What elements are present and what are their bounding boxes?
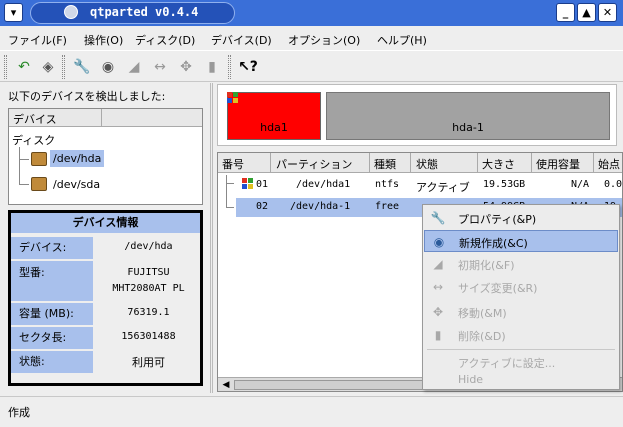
col-number[interactable]: 番号 xyxy=(222,156,244,172)
menu-bar: ファイル(F) 操作(O) ディスク(D) デバイス(D) オプション(O) ヘ… xyxy=(0,27,623,49)
table-header: 番号 パーティション 種類 状態 大きさ 使用容量 始点 xyxy=(218,153,622,173)
undo-icon[interactable]: ↶ xyxy=(14,57,34,77)
window-menu-button[interactable]: ▾ xyxy=(4,3,23,22)
trash-icon[interactable]: ▮ xyxy=(202,57,222,77)
tree-line xyxy=(19,147,20,185)
detected-devices-label: 以下のデバイスを検出しました: xyxy=(8,90,166,103)
menu-help[interactable]: ヘルプ(H) xyxy=(377,32,427,48)
partition-block-hda1[interactable]: hda1 xyxy=(227,92,321,140)
partition-block-free[interactable]: hda-1 xyxy=(326,92,610,140)
resize-arrows-icon: ↔ xyxy=(432,280,444,294)
row2-partition[interactable]: /dev/hda-1 xyxy=(290,201,350,212)
ctx-properties[interactable]: 🔧 プロパティ(&P) xyxy=(424,207,618,229)
move-arrows-icon[interactable]: ✥ xyxy=(176,57,196,77)
toolbar-separator xyxy=(228,55,231,79)
commit-icon[interactable]: ◈ xyxy=(38,57,58,77)
new-disk-icon[interactable]: ◉ xyxy=(98,57,118,77)
hard-disk-icon xyxy=(31,152,47,166)
windows-logo-icon xyxy=(227,92,239,104)
toolbar-handle[interactable] xyxy=(4,55,7,79)
col-partition[interactable]: パーティション xyxy=(276,156,352,172)
status-bar: 作成 xyxy=(0,396,623,427)
info-label-model: 型番: xyxy=(11,261,93,301)
partition-map: hda1 hda-1 xyxy=(217,84,617,146)
menu-disk[interactable]: ディスク(D) xyxy=(135,32,195,48)
col-used[interactable]: 使用容量 xyxy=(536,156,580,172)
tree-header-label: デバイス xyxy=(13,113,57,126)
row1-size[interactable]: 19.53GB xyxy=(483,179,525,190)
device-info-inner: デバイス情報 デバイス: /dev/hda 型番: FUJITSU MHT208… xyxy=(11,213,200,383)
title-bar: ▾ qtparted v0.4.4 _ ▲ ✕ xyxy=(0,0,623,26)
context-menu: 🔧 プロパティ(&P) ◉ 新規作成(&C) ◢ 初期化(&F) ↔ サイズ変更… xyxy=(422,204,620,390)
menu-options[interactable]: オプション(O) xyxy=(288,32,360,48)
device-info-title: デバイス情報 xyxy=(11,213,200,233)
row1-partition[interactable]: /dev/hda1 xyxy=(296,179,350,190)
new-disk-icon: ◉ xyxy=(433,235,445,249)
info-label-sectors: セクタ長: xyxy=(11,327,93,349)
menu-file[interactable]: ファイル(F) xyxy=(8,32,67,48)
wrench-icon[interactable]: 🔧 xyxy=(72,57,92,77)
wrench-icon: 🔧 xyxy=(430,211,446,225)
ctx-create-new[interactable]: ◉ 新規作成(&C) xyxy=(424,230,618,252)
info-label-size: 容量 (MB): xyxy=(11,303,93,325)
info-label-device: デバイス: xyxy=(11,237,93,259)
info-value-model: FUJITSU MHT2080AT PL xyxy=(112,267,185,294)
ctx-move[interactable]: ✥ 移動(&M) xyxy=(424,301,618,323)
ctx-format[interactable]: ◢ 初期化(&F) xyxy=(424,253,618,275)
tree-line xyxy=(19,159,29,160)
column-divider xyxy=(101,109,102,127)
resize-arrows-icon[interactable]: ↔ xyxy=(150,57,170,77)
scroll-thumb[interactable] xyxy=(234,380,434,390)
eraser-icon[interactable]: ◢ xyxy=(124,57,144,77)
status-text: 作成 xyxy=(8,406,30,419)
eraser-icon: ◢ xyxy=(433,257,443,271)
device-tree[interactable]: デバイス ディスク /dev/hda /dev/sda xyxy=(8,108,203,205)
menu-device[interactable]: デバイス(D) xyxy=(211,32,272,48)
col-type[interactable]: 種類 xyxy=(374,156,396,172)
ctx-hide[interactable]: Hide xyxy=(424,369,618,391)
tree-item-sda[interactable]: /dev/sda xyxy=(53,178,100,191)
info-value-size: 76319.1 xyxy=(127,307,170,318)
menu-separator xyxy=(427,349,615,350)
row1-state[interactable]: アクティブ xyxy=(416,179,470,195)
menu-operation[interactable]: 操作(O) xyxy=(84,32,123,48)
info-label-status: 状態: xyxy=(11,351,93,373)
window-title: qtparted v0.4.4 xyxy=(90,5,199,19)
tree-line xyxy=(226,175,227,208)
close-button[interactable]: ✕ xyxy=(598,3,617,22)
windows-logo-icon xyxy=(242,178,254,190)
tree-header[interactable]: デバイス xyxy=(9,109,202,127)
tree-line xyxy=(226,207,234,208)
trash-icon: ▮ xyxy=(434,328,442,342)
info-value-sectors: 156301488 xyxy=(121,331,176,342)
device-info-panel: デバイス情報 デバイス: /dev/hda 型番: FUJITSU MHT208… xyxy=(8,210,203,386)
info-value-device: /dev/hda xyxy=(124,241,173,252)
row1-type[interactable]: ntfs xyxy=(375,179,399,190)
col-size[interactable]: 大きさ xyxy=(482,156,515,172)
move-arrows-icon: ✥ xyxy=(432,305,444,319)
tree-item-hda[interactable]: /dev/hda xyxy=(50,150,105,167)
app-icon xyxy=(64,5,78,19)
info-value-status: 利用可 xyxy=(132,356,165,369)
col-state[interactable]: 状態 xyxy=(416,156,438,172)
row2-number[interactable]: 02 xyxy=(256,201,268,212)
row1-used[interactable]: N/A xyxy=(571,179,589,190)
scroll-left-icon[interactable]: ◀ xyxy=(220,379,232,391)
col-start[interactable]: 始点 xyxy=(598,156,620,172)
row1-start[interactable]: 0.0 xyxy=(604,179,622,190)
tree-root-disk[interactable]: ディスク xyxy=(12,132,55,148)
row2-type[interactable]: free xyxy=(375,201,399,212)
panel-splitter[interactable] xyxy=(208,83,216,393)
maximize-button[interactable]: ▲ xyxy=(577,3,596,22)
hard-disk-icon xyxy=(31,177,47,191)
whats-this-icon[interactable]: ↖? xyxy=(238,57,258,77)
ctx-resize[interactable]: ↔ サイズ変更(&R) xyxy=(424,276,618,298)
tree-line xyxy=(19,184,29,185)
row1-number[interactable]: 01 xyxy=(256,179,268,190)
toolbar-separator xyxy=(62,55,65,79)
tree-line xyxy=(226,183,234,184)
toolbar: ↶ ◈ 🔧 ◉ ◢ ↔ ✥ ▮ ↖? xyxy=(0,50,623,82)
minimize-button[interactable]: _ xyxy=(556,3,575,22)
ctx-delete[interactable]: ▮ 削除(&D) xyxy=(424,324,618,346)
